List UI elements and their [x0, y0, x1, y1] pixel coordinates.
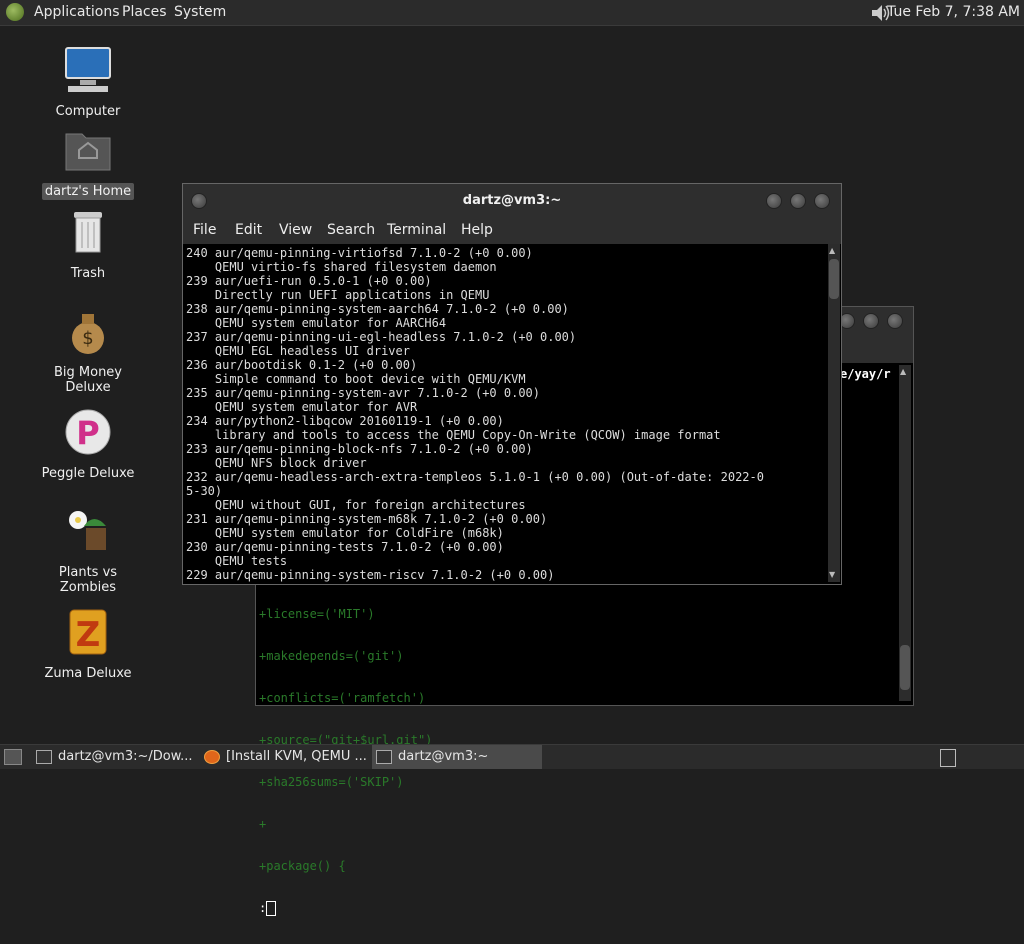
menu-edit[interactable]: Edit — [235, 222, 262, 238]
desktop-icon-computer[interactable]: Computer — [28, 44, 148, 120]
zuma-icon: Z — [69, 609, 107, 655]
output-line: Directly run UEFI applications in QEMU — [186, 288, 490, 302]
desktop-icon-label: dartz's Home — [41, 183, 135, 200]
peggle-icon: P — [65, 409, 111, 455]
plants-icon — [69, 511, 106, 550]
money-bag-icon: $ — [72, 314, 104, 354]
front-terminal-scrollbar[interactable]: ▲ ▼ — [828, 244, 840, 582]
output-line: +conflicts=('ramfetch') — [259, 691, 426, 705]
menu-places[interactable]: Places — [122, 4, 167, 20]
output-line: QEMU EGL headless UI driver — [186, 344, 410, 358]
front-terminal-window[interactable]: dartz@vm3:~ File Edit View Search Termin… — [182, 183, 842, 585]
terminal-icon — [36, 749, 52, 764]
back-terminal-scrollbar[interactable]: ▲ — [899, 365, 911, 701]
desktop-icon-label: Plants vs Zombies — [58, 565, 118, 595]
applications-logo-icon[interactable] — [6, 3, 24, 21]
output-line: 233 aur/qemu-pinning-block-nfs 7.1.0-2 (… — [186, 442, 533, 456]
desktop-icon-label: Computer — [55, 104, 121, 119]
svg-text:P: P — [76, 414, 99, 452]
output-line: 240 aur/qemu-pinning-virtiofsd 7.1.0-2 (… — [186, 246, 533, 260]
output-line: Simple command to boot device with QEMU/… — [186, 372, 526, 386]
minimize-button[interactable] — [766, 193, 782, 209]
text-cursor — [266, 901, 277, 916]
terminal-output[interactable]: 240 aur/qemu-pinning-virtiofsd 7.1.0-2 (… — [186, 246, 764, 582]
output-line: 5-30) — [186, 484, 223, 498]
desktop-icon-plants[interactable]: Plants vs Zombies — [28, 506, 148, 596]
trash-icon — [74, 212, 102, 253]
task-label: dartz@vm3:~/Dow... — [58, 749, 193, 764]
desktop-icon-peggle[interactable]: P Peggle Deluxe — [28, 406, 148, 482]
prompt-char: : — [259, 901, 267, 915]
close-button[interactable] — [887, 313, 903, 329]
workspace-switcher-icon[interactable] — [940, 749, 956, 767]
output-line: 234 aur/python2-libqcow 20160119-1 (+0 0… — [186, 414, 504, 428]
menu-file[interactable]: File — [193, 222, 216, 238]
desktop-icon-trash[interactable]: Trash — [28, 206, 148, 282]
maximize-button[interactable] — [790, 193, 806, 209]
terminal-menubar: File Edit View Search Terminal Help — [183, 220, 841, 244]
home-folder-icon — [65, 133, 111, 171]
output-line: +sha256sums=('SKIP') — [259, 775, 404, 789]
output-line: QEMU virtio-fs shared filesystem daemon — [186, 260, 497, 274]
output-line: 237 aur/qemu-pinning-ui-egl-headless 7.1… — [186, 330, 577, 344]
output-line: 238 aur/qemu-pinning-system-aarch64 7.1.… — [186, 302, 569, 316]
clock[interactable]: Tue Feb 7, 7:38 AM — [887, 4, 1020, 20]
output-line: QEMU tests — [186, 554, 288, 568]
menu-view[interactable]: View — [279, 222, 312, 238]
scrollbar-thumb[interactable] — [900, 645, 910, 690]
desktop-icon-label: Zuma Deluxe — [44, 666, 132, 681]
output-line: 236 aur/bootdisk 0.1-2 (+0 0.00) — [186, 358, 418, 372]
menu-system[interactable]: System — [174, 4, 226, 20]
desktop-icon-label: Trash — [70, 266, 106, 281]
taskbar-item-terminal-home[interactable]: dartz@vm3:~ — [372, 745, 542, 769]
output-line: 232 aur/qemu-headless-arch-extra-templeo… — [186, 470, 764, 484]
output-line: 231 aur/qemu-pinning-system-m68k 7.1.0-2… — [186, 512, 548, 526]
desktop-icon-label: Peggle Deluxe — [41, 466, 135, 481]
scroll-down-arrow-icon[interactable]: ▼ — [829, 570, 835, 579]
scroll-up-arrow-icon[interactable]: ▲ — [900, 367, 906, 376]
terminal-icon — [376, 749, 392, 764]
maximize-button[interactable] — [863, 313, 879, 329]
output-line: QEMU NFS block driver — [186, 456, 367, 470]
computer-icon — [65, 47, 111, 92]
output-line: QEMU system emulator for AVR — [186, 400, 418, 414]
output-line: +package() { — [259, 859, 346, 873]
desktop-icon-zuma[interactable]: Z Zuma Deluxe — [28, 606, 148, 682]
menu-terminal[interactable]: Terminal — [387, 222, 446, 238]
output-line: 229 aur/qemu-pinning-system-riscv 7.1.0-… — [186, 568, 555, 582]
scrollbar-thumb[interactable] — [829, 259, 839, 299]
desktop-icon-home[interactable]: dartz's Home — [28, 124, 148, 200]
svg-text:$: $ — [82, 328, 93, 349]
taskbar-item-firefox[interactable]: [Install KVM, QEMU ... — [204, 745, 366, 769]
output-line: library and tools to access the QEMU Cop… — [186, 428, 721, 442]
output-line: + — [259, 817, 267, 831]
desktop-icon-big-money[interactable]: $ Big Money Deluxe — [28, 306, 148, 396]
top-panel: Applications Places System Tue Feb 7, 7:… — [0, 0, 1024, 26]
menu-search[interactable]: Search — [327, 222, 375, 238]
output-line: 230 aur/qemu-pinning-tests 7.1.0-2 (+0 0… — [186, 540, 504, 554]
window-title: dartz@vm3:~ — [462, 193, 562, 208]
menu-help[interactable]: Help — [461, 222, 493, 238]
taskbar: dartz@vm3:~/Dow... [Install KVM, QEMU ..… — [0, 744, 1024, 769]
output-line: 235 aur/qemu-pinning-system-avr 7.1.0-2 … — [186, 386, 541, 400]
taskbar-item-terminal-downloads[interactable]: dartz@vm3:~/Dow... — [36, 745, 196, 769]
scroll-up-arrow-icon[interactable]: ▲ — [829, 246, 835, 255]
task-label: dartz@vm3:~ — [398, 749, 489, 764]
show-desktop-icon[interactable] — [4, 749, 22, 765]
output-line: QEMU system emulator for AARCH64 — [186, 316, 447, 330]
back-terminal-path-fragment: e/yay/r — [840, 367, 891, 381]
output-line: +makedepends=('git') — [259, 649, 404, 663]
terminal-prompt[interactable]: : — [259, 901, 432, 916]
desktop-icon-label: Big Money Deluxe — [53, 365, 122, 395]
close-button[interactable] — [814, 193, 830, 209]
output-line: QEMU system emulator for ColdFire (m68k) — [186, 526, 504, 540]
menu-applications[interactable]: Applications — [34, 4, 120, 20]
output-line: 239 aur/uefi-run 0.5.0-1 (+0 0.00) — [186, 274, 432, 288]
output-line: QEMU without GUI, for foreign architectu… — [186, 498, 526, 512]
firefox-icon — [204, 749, 220, 764]
svg-text:Z: Z — [76, 615, 101, 655]
task-label: [Install KVM, QEMU ... — [226, 749, 366, 764]
output-line: +license=('MIT') — [259, 607, 375, 621]
